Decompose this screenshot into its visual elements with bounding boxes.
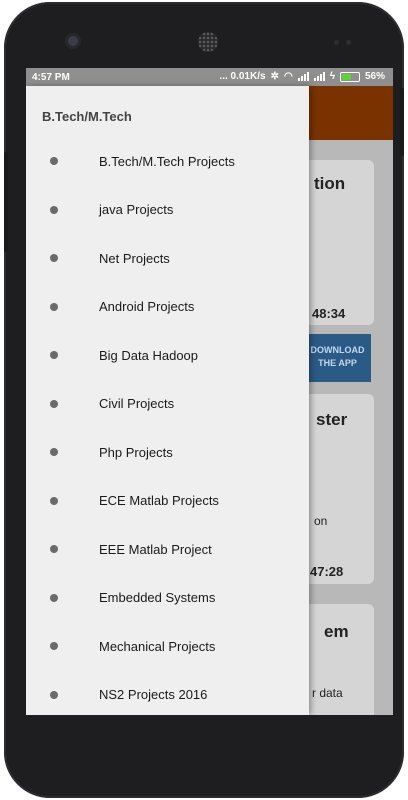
project-card[interactable]: ster on 47:28 xyxy=(304,394,374,584)
bullet-icon xyxy=(50,448,58,457)
card-timestamp: 48:34 xyxy=(312,306,346,321)
battery-percent: 56% xyxy=(364,71,385,82)
bullet-icon xyxy=(50,593,58,602)
phone-frame: 4:57 PM ... 0.01K/s ✲ ◠ ϟ 56% tion 48:34… xyxy=(4,2,404,798)
status-bar: 4:57 PM ... 0.01K/s ✲ ◠ ϟ 56% xyxy=(26,68,393,86)
bullet-icon xyxy=(50,205,58,214)
drawer-item[interactable]: java Projects xyxy=(26,186,309,235)
drawer-item-label: EEE Matlab Project xyxy=(99,541,212,557)
screen: 4:57 PM ... 0.01K/s ✲ ◠ ϟ 56% tion 48:34… xyxy=(26,68,393,715)
project-card[interactable]: tion 48:34 xyxy=(304,160,374,325)
banner-line2: THE APP xyxy=(318,358,357,368)
drawer-item-label: Android Projects xyxy=(99,299,195,315)
drawer-item[interactable]: B.Tech/M.Tech Projects xyxy=(26,137,309,186)
card-body: on xyxy=(314,514,328,528)
bullet-icon xyxy=(50,254,58,263)
drawer-item[interactable]: ECE Matlab Projects xyxy=(26,477,309,526)
drawer-item-label: Net Projects xyxy=(99,250,170,266)
bullet-icon xyxy=(50,157,58,166)
bullet-icon xyxy=(50,690,58,699)
card-title: tion xyxy=(314,174,346,193)
bullet-icon xyxy=(50,351,58,360)
drawer-item-label: Embedded Systems xyxy=(99,590,216,606)
banner-line1: DOWNLOAD xyxy=(310,345,365,355)
light-sensor xyxy=(346,40,351,45)
drawer-item-label: Civil Projects xyxy=(99,396,175,412)
drawer-item[interactable]: Mechanical Projects xyxy=(26,622,309,671)
charging-icon: ϟ xyxy=(329,71,335,82)
drawer-header: B.Tech/M.Tech xyxy=(42,109,132,124)
card-title: em xyxy=(324,622,349,641)
front-camera xyxy=(68,36,78,46)
drawer-item-label: B.Tech/M.Tech Projects xyxy=(99,153,235,169)
drawer-item[interactable]: NS2 Projects 2016 xyxy=(26,671,309,716)
drawer-item-label: java Projects xyxy=(99,202,174,218)
proximity-sensor xyxy=(334,40,339,45)
drawer-item-label: Mechanical Projects xyxy=(99,638,216,654)
earpiece-speaker xyxy=(198,32,218,52)
power-button xyxy=(400,88,404,156)
navigation-drawer: B.Tech/M.Tech B.Tech/M.Tech Projects java… xyxy=(26,86,309,715)
drawer-item[interactable]: Net Projects xyxy=(26,234,309,283)
network-speed: ... 0.01K/s xyxy=(219,71,266,82)
drawer-item-label: Php Projects xyxy=(99,444,173,460)
drawer-item[interactable]: Android Projects xyxy=(26,283,309,332)
bullet-icon xyxy=(50,399,58,408)
status-time: 4:57 PM xyxy=(32,72,70,83)
bullet-icon xyxy=(50,302,58,311)
drawer-item[interactable]: Php Projects xyxy=(26,428,309,477)
status-indicators: ... 0.01K/s ✲ ◠ ϟ 56% xyxy=(219,71,385,82)
project-card[interactable]: em r data xyxy=(304,604,374,715)
bullet-icon xyxy=(50,642,58,651)
download-app-banner[interactable]: DOWNLOAD THE APP xyxy=(304,334,371,382)
sync-icon: ✲ xyxy=(270,71,279,82)
card-title: ster xyxy=(316,410,348,429)
card-timestamp: 47:28 xyxy=(310,564,344,579)
volume-button xyxy=(4,152,8,252)
card-body: r data xyxy=(312,686,343,700)
drawer-item[interactable]: EEE Matlab Project xyxy=(26,525,309,574)
wifi-icon: ◠ xyxy=(283,71,293,82)
drawer-item-label: ECE Matlab Projects xyxy=(99,493,219,509)
drawer-item[interactable]: Civil Projects xyxy=(26,380,309,429)
bullet-icon xyxy=(50,496,58,505)
signal-icon xyxy=(297,72,309,81)
signal-icon xyxy=(313,72,325,81)
drawer-item[interactable]: Big Data Hadoop xyxy=(26,331,309,380)
drawer-item[interactable]: Embedded Systems xyxy=(26,574,309,623)
drawer-menu: B.Tech/M.Tech Projects java Projects Net P… xyxy=(26,137,309,715)
bullet-icon xyxy=(50,545,58,554)
battery-icon xyxy=(339,71,360,82)
drawer-item-label: Big Data Hadoop xyxy=(99,347,199,363)
drawer-item-label: NS2 Projects 2016 xyxy=(99,687,208,703)
